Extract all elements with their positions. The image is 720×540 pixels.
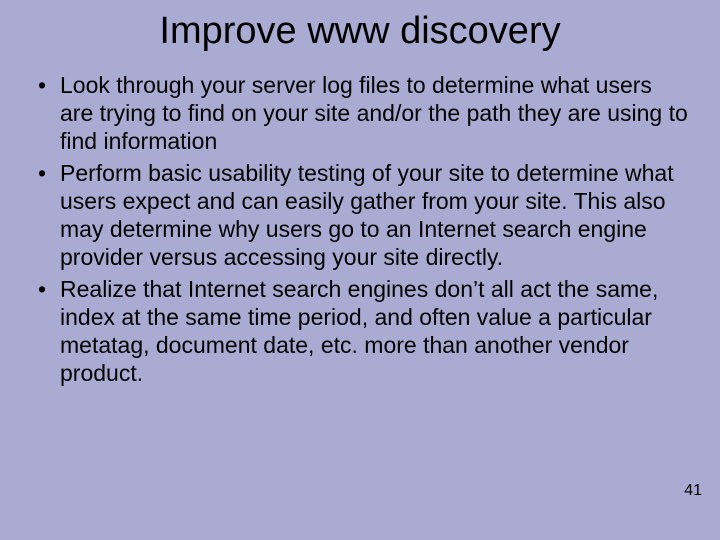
page-number: 41 [684, 482, 702, 500]
list-item: Realize that Internet search engines don… [34, 275, 688, 387]
slide: Improve www discovery Look through your … [0, 0, 720, 540]
list-item: Perform basic usability testing of your … [34, 159, 688, 271]
list-item: Look through your server log files to de… [34, 71, 688, 155]
bullet-list: Look through your server log files to de… [24, 71, 696, 388]
slide-title: Improve www discovery [24, 10, 696, 53]
